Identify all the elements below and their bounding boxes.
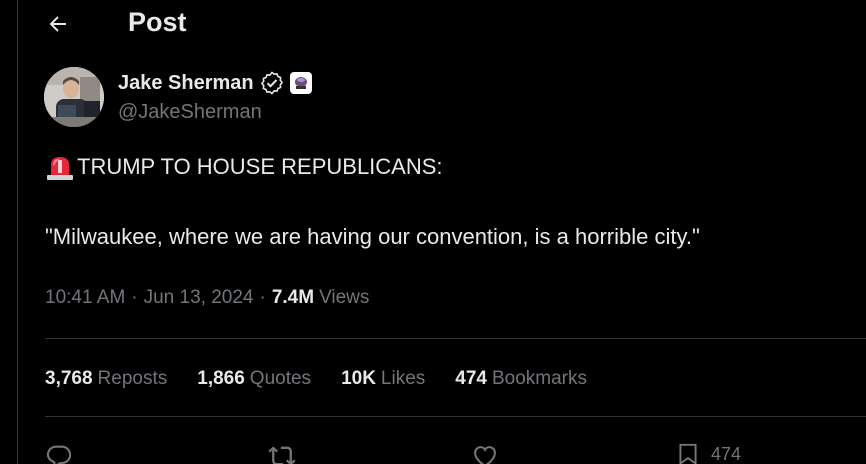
like-button[interactable] <box>471 442 499 464</box>
likes-stat[interactable]: 10K Likes <box>341 368 425 390</box>
header: Post <box>18 0 866 50</box>
reply-icon <box>46 445 72 464</box>
bookmark-button[interactable]: 474 <box>675 440 741 464</box>
author-handle[interactable]: @JakeSherman <box>118 101 312 124</box>
bookmark-count: 474 <box>711 443 742 464</box>
tweet-line-1: TRUMP TO HOUSE REPUBLICANS: <box>77 154 443 179</box>
back-button[interactable] <box>38 6 78 42</box>
views-label: Views <box>319 287 370 308</box>
page-title: Post <box>128 7 187 37</box>
meta-separator: · <box>131 287 138 308</box>
author-name[interactable]: Jake Sherman <box>118 72 254 95</box>
arrow-left-icon <box>49 16 66 32</box>
meta-separator: · <box>259 287 266 308</box>
avatar[interactable] <box>44 67 104 127</box>
reply-button[interactable] <box>45 442 73 464</box>
author-header: Jake Sherman @JakeSherman <box>44 67 312 127</box>
heart-icon <box>474 446 496 464</box>
repost-button[interactable] <box>267 442 297 464</box>
bookmarks-stat[interactable]: 474 Bookmarks <box>455 368 587 390</box>
tweet-time[interactable]: 10:41 AM <box>45 287 125 309</box>
tweet-date[interactable]: Jun 13, 2024 <box>144 287 254 309</box>
quotes-stat[interactable]: 1,866 Quotes <box>197 368 311 390</box>
verified-badge-icon[interactable] <box>260 71 284 95</box>
divider <box>45 416 866 417</box>
post-view: Post Jake Sherman @JakeSherman TRUMP TO … <box>17 0 866 464</box>
tweet-body: TRUMP TO HOUSE REPUBLICANS: "Milwaukee, … <box>45 150 865 254</box>
tweet-meta: 10:41 AM · Jun 13, 2024 · 7.4M Views <box>45 284 369 312</box>
views-count[interactable]: 7.4M <box>272 287 314 309</box>
repost-icon <box>268 446 296 464</box>
rotating-light-icon <box>45 152 75 182</box>
action-bar: 474 <box>45 434 865 464</box>
engagement-stats: 3,768 Reposts 1,866 Quotes 10K Likes 474… <box>45 364 617 394</box>
bookmark-icon <box>679 443 697 464</box>
affiliate-badge-icon[interactable] <box>289 72 312 94</box>
reposts-stat[interactable]: 3,768 Reposts <box>45 368 167 390</box>
tweet-line-2: "Milwaukee, where we are having our conv… <box>45 224 700 249</box>
divider <box>45 338 866 339</box>
avatar-image <box>44 67 104 127</box>
